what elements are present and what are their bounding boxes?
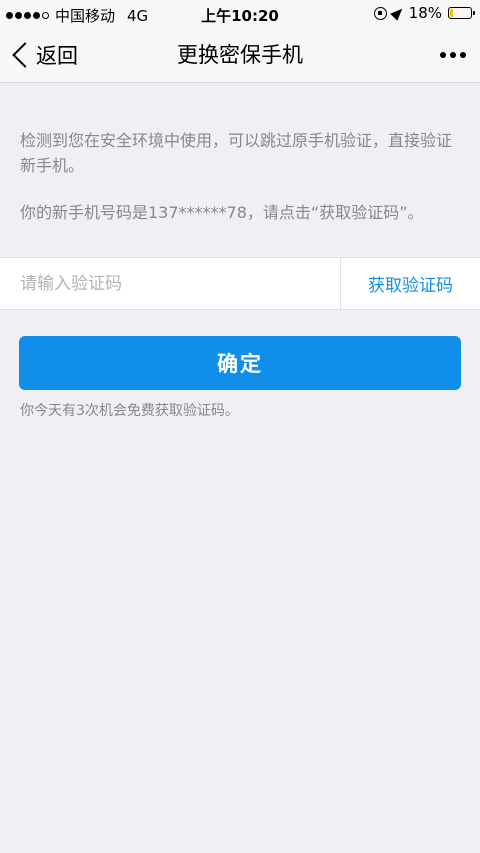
verification-code-input[interactable] — [20, 258, 320, 309]
status-bar: 中国移动 4G 上午10:20 18% — [0, 0, 480, 28]
location-icon — [389, 5, 406, 21]
more-dots-icon[interactable] — [440, 28, 466, 82]
get-code-button[interactable]: 获取验证码 — [340, 258, 480, 309]
back-label: 返回 — [36, 44, 78, 68]
remaining-chances-note: 你今天有3次机会免费获取验证码。 — [20, 403, 239, 419]
verification-code-row: 获取验证码 — [0, 257, 480, 310]
security-info-text: 检测到您在安全环境中使用，可以跳过原手机验证，直接验证新手机。 — [20, 131, 453, 175]
battery-percent: 18% — [408, 4, 442, 22]
phone-number-info-text: 你的新手机号码是137******78，请点击“获取验证码”。 — [20, 203, 424, 222]
status-right: 18% — [373, 4, 475, 22]
battery-icon — [448, 7, 475, 19]
back-button[interactable]: 返回 — [10, 28, 78, 82]
confirm-button[interactable]: 确定 — [19, 336, 461, 390]
chevron-left-icon — [12, 42, 38, 68]
lock-rotation-icon — [373, 6, 387, 20]
nav-bar: 返回 更换密保手机 — [0, 28, 480, 83]
battery-fill — [450, 9, 453, 17]
